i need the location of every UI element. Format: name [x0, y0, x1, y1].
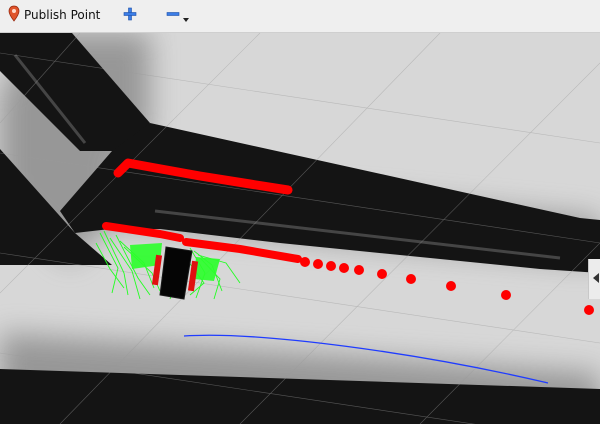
plus-icon	[123, 7, 137, 24]
minus-icon	[166, 7, 180, 24]
obstacle-marker	[446, 281, 456, 291]
obstacle-marker	[501, 290, 511, 300]
caret-down-icon[interactable]	[183, 18, 189, 22]
obstacle-marker	[584, 305, 594, 315]
add-tool-button[interactable]	[120, 0, 140, 30]
publish-point-label: Publish Point	[24, 8, 101, 22]
side-panel-collapse-handle[interactable]	[588, 259, 600, 299]
map-viewport[interactable]	[0, 33, 600, 424]
toolbar: Publish Point	[0, 0, 600, 33]
map-pin-icon	[8, 5, 20, 26]
obstacle-marker	[313, 259, 323, 269]
obstacle-marker	[406, 274, 416, 284]
publish-point-tool[interactable]: Publish Point	[8, 0, 100, 30]
remove-tool-button[interactable]	[166, 0, 192, 30]
map-canvas[interactable]	[0, 33, 600, 424]
obstacle-marker	[300, 257, 310, 267]
obstacle-marker	[339, 263, 349, 273]
obstacle-marker	[326, 261, 336, 271]
triangle-left-icon	[593, 273, 599, 283]
obstacle-marker	[377, 269, 387, 279]
obstacle-marker	[354, 265, 364, 275]
